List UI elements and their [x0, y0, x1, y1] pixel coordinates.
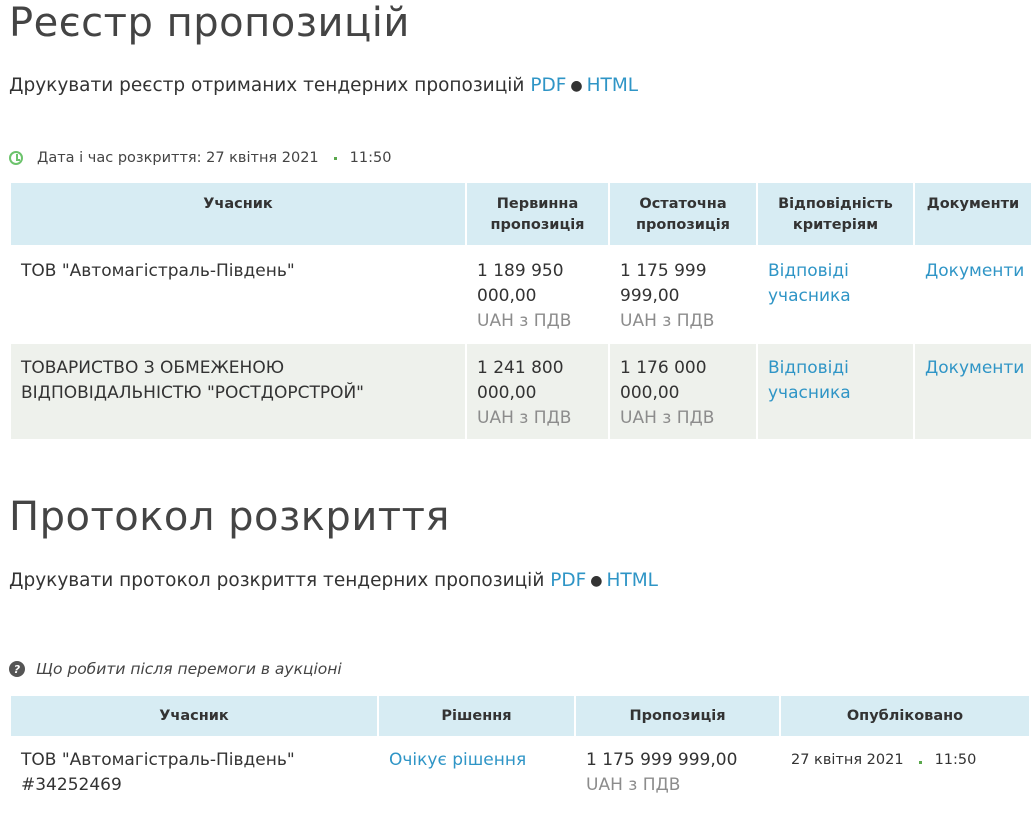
col-participant: Учасник	[11, 183, 465, 245]
initial-offer: 1 189 950 000,00 UAH з ПДВ	[477, 261, 572, 331]
col-final-offer: Остаточна пропозиція	[610, 183, 756, 245]
protocol-table: Учасник Рішення Пропозиція Опубліковано …	[9, 694, 1031, 808]
final-offer: 1 175 999 999,00 UAH з ПДВ	[620, 261, 715, 331]
protocol-title: Протокол розкриття	[9, 494, 450, 540]
currency-label: UAH з ПДВ	[477, 408, 572, 428]
protocol-print-line: Друкувати протокол розкриття тендерних п…	[9, 570, 658, 591]
col-participant: Учасник	[11, 696, 377, 736]
col-initial-offer: Первинна пропозиція	[467, 183, 608, 245]
clock-icon	[9, 151, 23, 165]
registry-pdf-link[interactable]: PDF	[530, 75, 566, 96]
col-decision: Рішення	[379, 696, 574, 736]
documents-link[interactable]: Документи	[925, 261, 1024, 281]
answers-link[interactable]: Відповіді учасника	[768, 358, 851, 403]
hint-text[interactable]: Що робити після перемоги в аукціоні	[36, 660, 342, 678]
currency-label: UAH з ПДВ	[620, 408, 715, 428]
decision-link[interactable]: Очікує рішення	[389, 750, 526, 770]
published-datetime: 27 квітня 2021 11:50	[781, 738, 1029, 806]
table-row: ТОВ "Автомагістраль-Південь" 1 189 950 0…	[11, 247, 1031, 342]
table-row: ТОВ "Автомагістраль-Південь" #34252469 Оч…	[11, 738, 1029, 806]
time-separator-icon	[333, 156, 337, 160]
opening-date: Дата і час розкриття: 27 квітня 2021	[37, 150, 319, 166]
documents-link[interactable]: Документи	[925, 358, 1024, 378]
registry-table: Учасник Первинна пропозиція Остаточна пр…	[9, 181, 1031, 441]
published-time: 11:50	[934, 752, 977, 768]
question-circle-icon: ?	[9, 661, 25, 677]
col-offer: Пропозиція	[576, 696, 779, 736]
time-separator-icon	[918, 761, 922, 764]
protocol-pdf-link[interactable]: PDF	[550, 570, 586, 591]
initial-offer: 1 241 800 000,00 UAH з ПДВ	[467, 344, 608, 439]
participant-name: ТОВ "Автомагістраль-Південь"	[21, 261, 295, 281]
after-win-hint[interactable]: ? Що робити після перемоги в аукціоні	[9, 660, 342, 678]
participant-name: ТОВ "Автомагістраль-Південь"	[21, 750, 295, 770]
offer-value: 1 175 999 999,00 UAH з ПДВ	[586, 750, 738, 795]
col-documents: Документи	[915, 183, 1031, 245]
currency-label: UAH з ПДВ	[620, 311, 715, 331]
col-criteria: Відповідність критеріям	[758, 183, 913, 245]
answers-link[interactable]: Відповіді учасника	[768, 261, 851, 306]
participant-name: ТОВАРИСТВО З ОБМЕЖЕНОЮ ВІДПОВІДАЛЬНІСТЮ …	[11, 344, 465, 439]
opening-time: 11:50	[349, 150, 392, 166]
published-date: 27 квітня 2021	[791, 752, 904, 768]
opening-datetime: Дата і час розкриття: 27 квітня 2021 11:…	[9, 150, 391, 166]
separator-dot: ●	[590, 573, 603, 589]
separator-dot: ●	[570, 78, 583, 94]
protocol-print-text: Друкувати протокол розкриття тендерних п…	[9, 570, 545, 591]
col-published: Опубліковано	[781, 696, 1029, 736]
registry-print-text: Друкувати реєстр отриманих тендерних про…	[9, 75, 525, 96]
registry-print-line: Друкувати реєстр отриманих тендерних про…	[9, 75, 638, 96]
final-offer: 1 176 000 000,00 UAH з ПДВ	[610, 344, 756, 439]
table-row: ТОВАРИСТВО З ОБМЕЖЕНОЮ ВІДПОВІДАЛЬНІСТЮ …	[11, 344, 1031, 439]
currency-label: UAH з ПДВ	[586, 775, 681, 795]
protocol-html-link[interactable]: HTML	[607, 570, 658, 591]
registry-title: Реєстр пропозицій	[9, 0, 410, 46]
currency-label: UAH з ПДВ	[477, 311, 572, 331]
participant-code: #34252469	[21, 775, 122, 795]
registry-html-link[interactable]: HTML	[587, 75, 638, 96]
